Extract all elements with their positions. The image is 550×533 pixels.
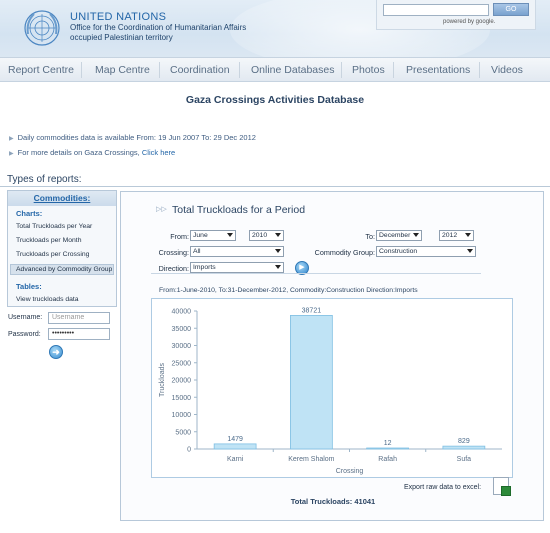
info-details: ▶ For more details on Gaza Crossings, Cli… bbox=[9, 148, 176, 157]
info-availability: ▶ Daily commodities data is available Fro… bbox=[9, 133, 256, 142]
bar-value-label: 38721 bbox=[302, 307, 322, 314]
title-arrows-icon: ▷▷ bbox=[156, 206, 167, 213]
x-tick-label: Rafah bbox=[378, 456, 397, 463]
nav-map-centre[interactable]: Map Centre bbox=[95, 64, 150, 76]
commodity-group-select[interactable]: Construction bbox=[376, 246, 476, 257]
truckloads-bar-chart: 0 5000 10000 15000 20000 25000 30000 35000 40000… bbox=[159, 307, 502, 475]
un-emblem-logo bbox=[24, 10, 60, 46]
tables-label: Tables: bbox=[16, 282, 42, 291]
nav-online-databases[interactable]: Online Databases bbox=[251, 64, 334, 76]
y-tick-label: 0 bbox=[187, 447, 191, 454]
y-tick-label: 40000 bbox=[172, 309, 192, 316]
y-tick-label: 15000 bbox=[172, 395, 192, 402]
sidebar-item-total-per-year[interactable]: Total Truckloads per Year bbox=[16, 223, 92, 230]
to-year-select[interactable]: 2012 bbox=[439, 230, 474, 241]
truckloads-chart: 0 5000 10000 15000 20000 25000 30000 35000 40000… bbox=[151, 298, 513, 478]
charts-label: Charts: bbox=[16, 209, 43, 218]
x-axis-label: Crossing bbox=[336, 468, 364, 475]
bullet-arrow-icon: ▶ bbox=[9, 136, 14, 142]
x-tick-label: Kerem Shalom bbox=[288, 456, 334, 463]
click-here-link[interactable]: Click here bbox=[142, 148, 175, 157]
go-button[interactable]: GO bbox=[493, 3, 529, 16]
username-input[interactable]: Username bbox=[48, 312, 110, 324]
types-of-reports-label: Types of reports: bbox=[7, 174, 82, 185]
org-subtitle: Office for the Coordination of Humanitar… bbox=[70, 23, 247, 32]
login-arrow-button[interactable]: ➜ bbox=[49, 345, 63, 359]
y-tick-label: 5000 bbox=[175, 429, 191, 436]
powered-by-label: powered by google. bbox=[443, 19, 496, 25]
direction-select[interactable]: Imports bbox=[190, 262, 284, 273]
report-title: Total Truckloads for a Period bbox=[172, 204, 306, 216]
bar-kerem-shalom bbox=[290, 315, 333, 450]
y-tick-label: 35000 bbox=[172, 326, 192, 333]
search-box: GO powered by google. bbox=[376, 0, 536, 30]
sidebar-item-advanced-by-commodity[interactable]: Advanced by Commodity Group bbox=[16, 266, 112, 273]
to-month-select[interactable]: December bbox=[376, 230, 422, 241]
bar-value-label: 12 bbox=[384, 440, 392, 447]
nav-videos[interactable]: Videos bbox=[491, 64, 523, 76]
password-input[interactable]: ••••••••• bbox=[48, 328, 110, 340]
from-year-select[interactable]: 2010 bbox=[249, 230, 284, 241]
main-nav: Report Centre Map Centre Coordination On… bbox=[0, 57, 550, 82]
sidebar-item-view-truckloads[interactable]: View truckloads data bbox=[16, 296, 79, 303]
x-tick-label: Karni bbox=[227, 456, 244, 463]
bullet-arrow-icon: ▶ bbox=[9, 151, 14, 157]
org-region: occupied Palestinian territory bbox=[70, 33, 173, 42]
nav-photos[interactable]: Photos bbox=[352, 64, 385, 76]
bar-karni bbox=[213, 443, 257, 450]
to-label: To: bbox=[365, 232, 375, 241]
y-tick-label: 25000 bbox=[172, 360, 192, 367]
bar-value-label: 1479 bbox=[227, 436, 243, 443]
x-tick-label: Sufa bbox=[457, 456, 472, 463]
password-label: Password: bbox=[8, 331, 41, 338]
username-label: Username: bbox=[8, 314, 43, 321]
report-sidebar: Commodities: Charts: Total Truckloads pe… bbox=[7, 190, 117, 307]
nav-presentations[interactable]: Presentations bbox=[406, 64, 470, 76]
chart-caption: From:1-June-2010, To:31-December-2012, C… bbox=[159, 287, 418, 294]
bar-value-label: 829 bbox=[458, 438, 470, 445]
sidebar-item-per-crossing[interactable]: Truckloads per Crossing bbox=[16, 251, 89, 258]
report-panel: ▷▷ Total Truckloads for a Period From: J… bbox=[120, 191, 544, 521]
from-label: From: bbox=[170, 232, 189, 241]
crossing-label: Crossing: bbox=[158, 248, 189, 257]
excel-export-icon[interactable] bbox=[493, 477, 511, 496]
commodity-group-label: Commodity Group: bbox=[314, 248, 375, 257]
export-excel-label: Export raw data to excel: bbox=[404, 484, 482, 491]
commodities-heading[interactable]: Commodities: bbox=[8, 191, 116, 206]
nav-coordination[interactable]: Coordination bbox=[170, 64, 230, 76]
y-axis-label: Truckloads bbox=[159, 363, 166, 397]
site-header: UNITED NATIONS Office for the Coordinati… bbox=[0, 0, 550, 57]
search-input[interactable] bbox=[383, 4, 489, 16]
crossing-select[interactable]: All bbox=[190, 246, 284, 257]
org-title: UNITED NATIONS bbox=[70, 11, 167, 23]
nav-report-centre[interactable]: Report Centre bbox=[8, 64, 74, 76]
from-month-select[interactable]: June bbox=[190, 230, 236, 241]
page-title: Gaza Crossings Activities Database bbox=[185, 94, 365, 106]
y-tick-label: 30000 bbox=[172, 343, 192, 350]
y-tick-label: 20000 bbox=[172, 378, 192, 385]
y-tick-label: 10000 bbox=[172, 412, 192, 419]
bar-rafah bbox=[366, 447, 409, 450]
direction-label: Direction: bbox=[158, 264, 189, 273]
total-truckloads: Total Truckloads: 41041 bbox=[290, 497, 376, 506]
sidebar-item-per-month[interactable]: Truckloads per Month bbox=[16, 237, 81, 244]
bar-sufa bbox=[442, 445, 486, 450]
